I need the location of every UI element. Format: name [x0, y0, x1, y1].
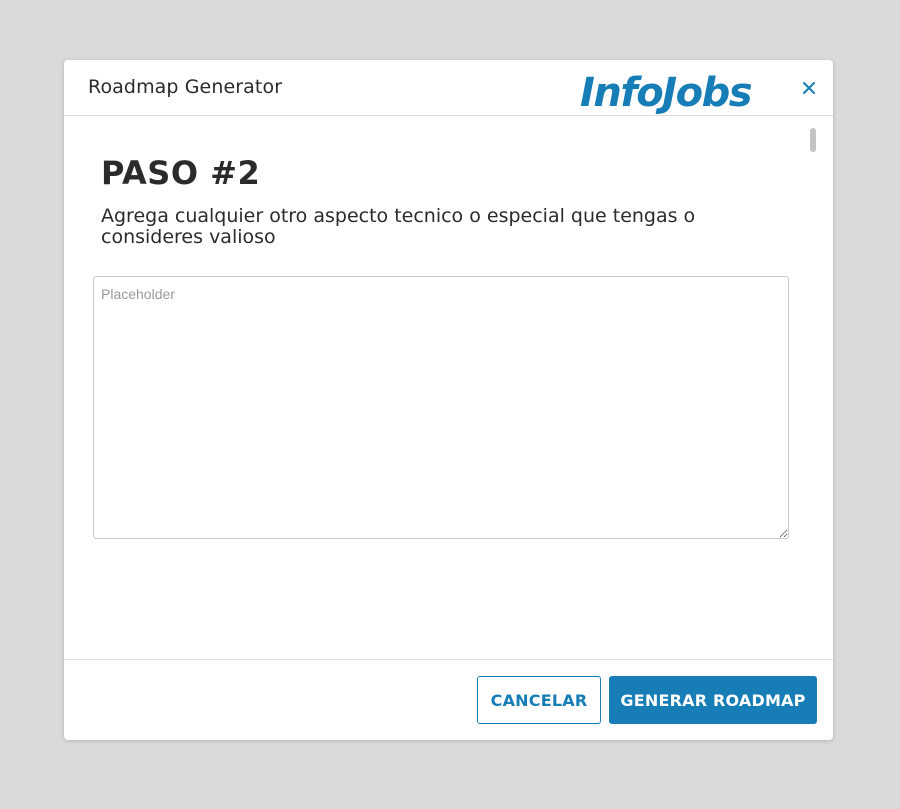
step-description: Agrega cualquier otro aspecto tecnico o … — [101, 205, 696, 248]
cancel-button[interactable]: CANCELAR — [477, 676, 601, 724]
details-field — [93, 276, 789, 539]
close-button[interactable] — [798, 77, 820, 99]
scrollbar-thumb[interactable] — [810, 128, 816, 152]
dialog-header: Roadmap Generator InfoJobs — [64, 60, 833, 116]
close-icon — [803, 82, 815, 94]
roadmap-generator-dialog: Roadmap Generator InfoJobs PASO #2 Agreg… — [64, 60, 833, 740]
dialog-title: Roadmap Generator — [88, 76, 283, 98]
dialog-footer: CANCELAR GENERAR ROADMAP — [64, 659, 833, 740]
step-title: PASO #2 — [101, 154, 261, 192]
details-textarea[interactable] — [93, 276, 789, 539]
infojobs-logo: InfoJobs — [580, 70, 753, 116]
generate-roadmap-button[interactable]: GENERAR ROADMAP — [609, 676, 817, 724]
